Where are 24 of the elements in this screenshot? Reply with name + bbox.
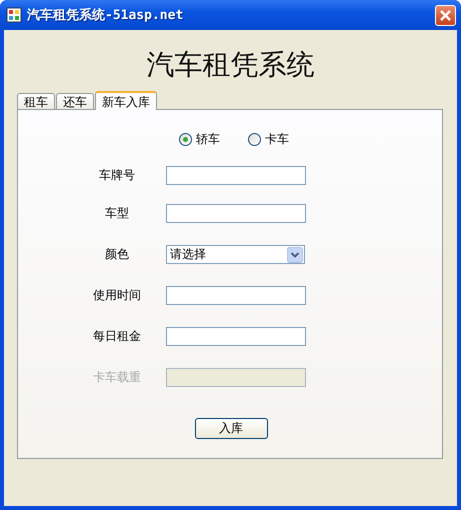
input-field[interactable] bbox=[166, 166, 306, 185]
field-label: 使用时间 bbox=[92, 287, 142, 304]
tab[interactable]: 新车入库 bbox=[95, 91, 157, 110]
field-label: 车牌号 bbox=[98, 167, 136, 184]
dropdown[interactable]: 请选择 bbox=[166, 245, 305, 264]
tab[interactable]: 租车 bbox=[17, 93, 55, 109]
submit-button[interactable]: 入库 bbox=[194, 418, 268, 439]
radio-option[interactable]: 轿车 bbox=[179, 131, 220, 148]
field-label: 车型 bbox=[104, 205, 130, 222]
radio-option[interactable]: 卡车 bbox=[248, 131, 289, 148]
close-button[interactable] bbox=[435, 4, 456, 26]
field-label: 卡车载重 bbox=[92, 369, 142, 386]
app-icon bbox=[6, 7, 22, 23]
app-heading: 汽车租凭系统 bbox=[146, 47, 316, 83]
field-label: 颜色 bbox=[104, 246, 130, 263]
close-icon bbox=[439, 8, 452, 22]
radio-button[interactable] bbox=[248, 133, 261, 146]
input-field[interactable] bbox=[166, 204, 306, 223]
window-title: 汽车租凭系统-51asp.net bbox=[27, 6, 184, 24]
field-label: 每日租金 bbox=[92, 328, 142, 345]
input-field[interactable] bbox=[166, 286, 306, 305]
input-field[interactable] bbox=[166, 327, 306, 346]
tab[interactable]: 还车 bbox=[56, 93, 94, 109]
radio-button[interactable] bbox=[179, 133, 192, 146]
